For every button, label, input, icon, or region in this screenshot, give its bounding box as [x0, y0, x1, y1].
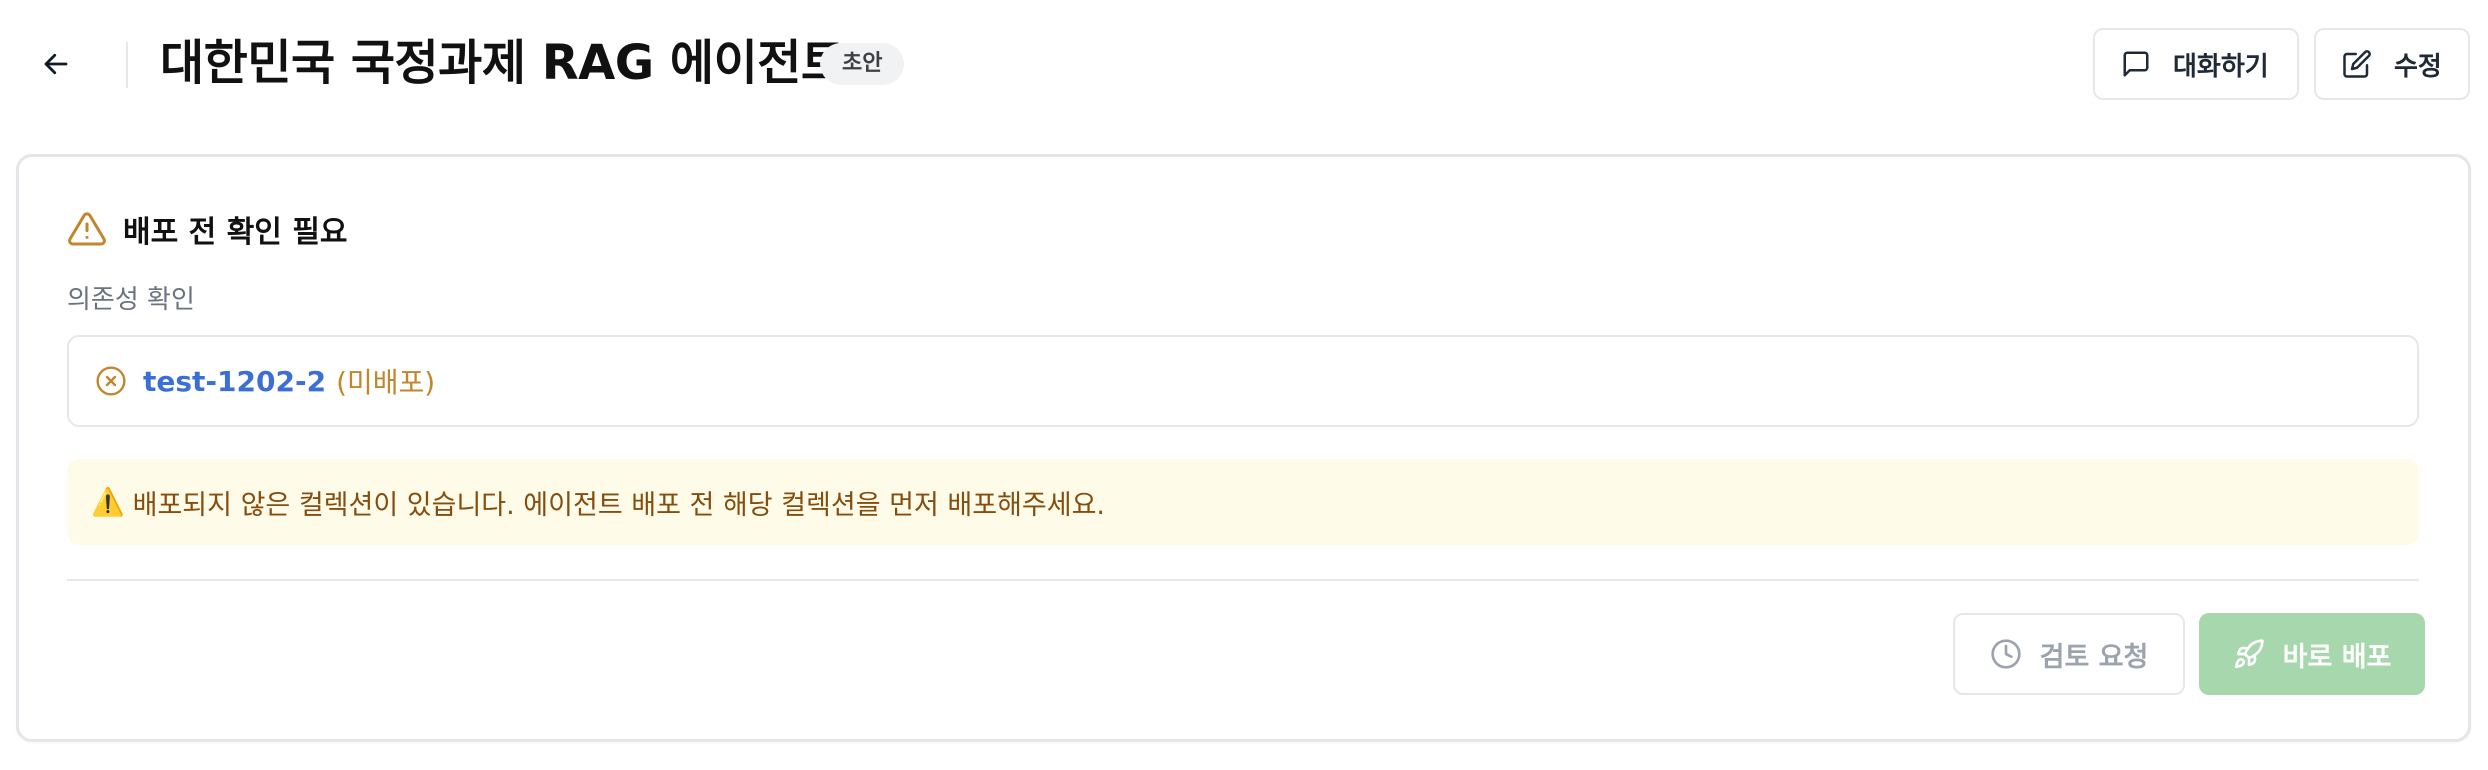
deploy-check-card: 배포 전 확인 필요 의존성 확인 test-1202-2 (미배포) ⚠️ 배… [16, 154, 2471, 742]
warning-title: 배포 전 확인 필요 [123, 215, 348, 250]
review-request-label: 검토 요청 [2039, 641, 2149, 673]
dependency-status: (미배포) [336, 366, 436, 399]
edit-button-label: 수정 [2394, 51, 2442, 82]
deploy-now-label: 바로 배포 [2282, 641, 2392, 673]
dependency-section-label: 의존성 확인 [67, 285, 195, 315]
chat-button-label: 대화하기 [2173, 51, 2269, 82]
undeployed-notice: ⚠️ 배포되지 않은 컬렉션이 있습니다. 에이전트 배포 전 해당 컬렉션을 … [67, 459, 2419, 545]
warning-emoji-icon: ⚠️ [91, 487, 125, 518]
clock-icon [1990, 638, 2022, 670]
message-square-icon [2121, 49, 2151, 79]
alert-triangle-icon [67, 209, 107, 249]
back-button[interactable] [30, 38, 82, 90]
x-circle-icon [95, 365, 127, 397]
notice-text: 배포되지 않은 컬렉션이 있습니다. 에이전트 배포 전 해당 컬렉션을 먼저 … [132, 489, 1106, 521]
review-request-button[interactable]: 검토 요청 [1953, 613, 2185, 695]
deploy-now-button[interactable]: 바로 배포 [2199, 613, 2425, 695]
edit-icon [2342, 49, 2372, 79]
page-title: 대한민국 국정과제 RAG 에이전트 [160, 35, 845, 91]
chat-button[interactable]: 대화하기 [2093, 28, 2299, 100]
status-badge: 초안 [820, 43, 905, 85]
warning-header: 배포 전 확인 필요 [67, 207, 348, 251]
header-divider [126, 42, 128, 88]
dependency-name-link[interactable]: test-1202-2 [143, 365, 326, 398]
arrow-left-icon [41, 49, 71, 79]
rocket-icon [2233, 638, 2265, 670]
card-divider [67, 579, 2419, 581]
dependency-item: test-1202-2 (미배포) [67, 335, 2419, 427]
edit-button[interactable]: 수정 [2314, 28, 2470, 100]
page-header: 대한민국 국정과제 RAG 에이전트 초안 대화하기 수정 [0, 0, 2488, 130]
